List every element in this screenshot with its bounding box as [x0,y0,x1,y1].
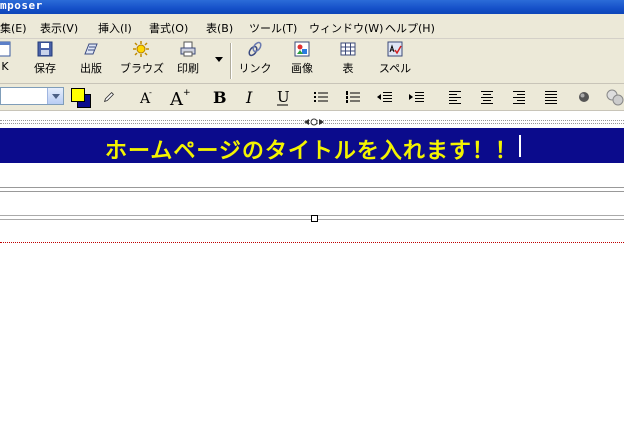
spell-button[interactable]: スペル [376,39,414,83]
menu-window[interactable]: ウィンドウ(W) [309,20,383,36]
svg-text:+: + [183,88,190,98]
indent-button[interactable] [406,86,428,108]
svg-text:U: U [277,88,290,106]
publish-icon [84,43,98,55]
svg-text:A: A [169,89,184,108]
menu-view[interactable]: 表示(V) [40,20,78,36]
insert-object-button[interactable] [574,86,596,108]
table-icon [340,42,356,56]
indent-icon [409,92,424,102]
justify-button[interactable] [540,86,562,108]
underline-button[interactable]: U [272,86,294,108]
format-toolbar: A- A + B I U [0,84,624,111]
title-banner-cell[interactable]: ホームページのタイトルを入れます！！ [0,128,624,165]
highlight-button[interactable] [98,86,120,108]
editor-canvas[interactable]: ホームページのタイトルを入れます！！ [0,111,624,442]
positioning-icon [606,89,624,106]
align-right-icon [513,91,525,104]
text-color-swatch [71,88,85,102]
chevron-down-icon[interactable] [47,88,63,104]
spellcheck-icon [387,41,403,57]
italic-button[interactable]: I [240,86,262,108]
italic-icon: I [245,88,253,107]
new-button[interactable]: K [0,39,14,83]
menu-format[interactable]: 書式(O) [149,20,188,36]
table-resize-handle[interactable] [304,118,324,126]
bold-icon: B [213,88,227,107]
align-center-icon [481,91,493,104]
justify-icon [545,91,557,104]
align-left-icon [449,91,461,104]
svg-text:-: - [149,88,152,97]
align-right-button[interactable] [508,86,530,108]
outdent-button[interactable] [374,86,396,108]
align-left-button[interactable] [444,86,466,108]
menu-edit[interactable]: 集(E) [0,20,27,36]
save-button[interactable]: 保存 [30,39,60,83]
window-title: mposer [0,0,43,12]
window-titlebar: mposer [0,0,624,14]
bullet-list-icon [314,92,328,102]
font-smaller-button[interactable]: A- [136,86,158,108]
font-size-increase-icon: A + [169,88,191,110]
font-size-decrease-icon: A- [139,88,152,107]
image-icon [294,41,310,57]
toolbar-separator [230,43,232,79]
save-icon [37,41,53,57]
link-button[interactable]: リンク [238,39,272,83]
link-icon [248,41,262,57]
rule-resize-handle[interactable] [311,215,318,222]
svg-text:I: I [245,88,253,107]
menu-help[interactable]: ヘルプ(H) [385,20,435,36]
outdent-icon [377,92,392,102]
print-button[interactable]: 印刷 [172,39,204,83]
svg-text:B: B [213,88,227,107]
table-button[interactable]: 表 [334,39,362,83]
chevron-down-icon [215,57,223,62]
font-larger-button[interactable]: A + [168,86,191,110]
pencil-icon [103,92,114,103]
table-border-red [0,242,624,243]
bold-button[interactable]: B [208,86,230,108]
numbered-list-button[interactable] [342,86,364,108]
paragraph-style-select[interactable] [0,87,64,105]
publish-button[interactable]: 出版 [76,39,106,83]
print-icon [180,41,196,57]
insert-object-icon [579,92,589,102]
browse-icon [133,41,149,57]
menu-insert[interactable]: 挿入(I) [98,20,132,36]
menu-tools[interactable]: ツール(T) [249,20,297,36]
image-button[interactable]: 画像 [286,39,318,83]
page-title-text[interactable]: ホームページのタイトルを入れます！！ [105,133,518,165]
numbered-list-icon [346,91,360,103]
underline-icon: U [277,88,290,106]
menu-bar: 集(E) 表示(V) 挿入(I) 書式(O) 表(B) ツール(T) ウィンドウ… [0,14,624,39]
composition-toolbar: K 保存 出版 ブラウズ 印刷 リンク 画像 表 スペル [0,39,624,84]
menu-table[interactable]: 表(B) [206,20,233,36]
table-border [0,187,624,192]
browse-button[interactable]: ブラウズ [120,39,164,83]
positioning-button[interactable] [604,86,624,108]
color-picker-button[interactable] [70,86,92,108]
text-caret [519,135,521,157]
print-dropdown-button[interactable] [213,39,225,83]
new-icon [0,41,11,57]
bullet-list-button[interactable] [310,86,332,108]
align-center-button[interactable] [476,86,498,108]
